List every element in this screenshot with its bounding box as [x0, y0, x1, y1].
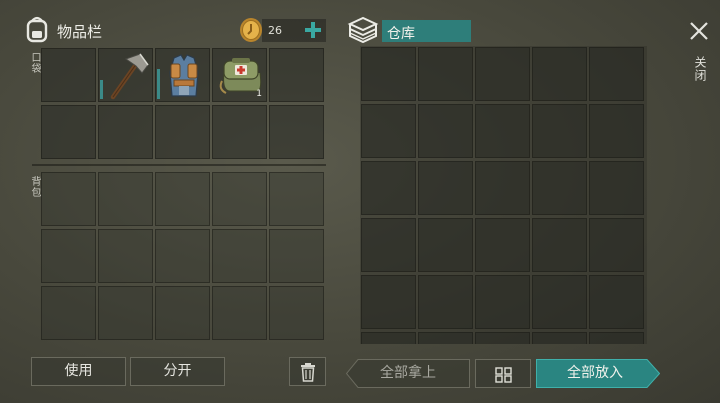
storage-slot[interactable]: [532, 161, 587, 215]
storage-slot[interactable]: [589, 275, 644, 329]
durability-bar: [100, 80, 103, 99]
storage-slot[interactable]: [589, 332, 644, 344]
storage-slot[interactable]: [475, 218, 530, 272]
plus-icon[interactable]: [303, 20, 323, 40]
section-divider: [32, 164, 326, 166]
take-all-label: 全部拿上: [380, 365, 436, 381]
storage-slot[interactable]: [361, 47, 416, 101]
storage-slot[interactable]: [532, 218, 587, 272]
backpack-slot[interactable]: [98, 286, 153, 340]
pocket-slot[interactable]: [269, 105, 324, 159]
storage-slot[interactable]: [418, 47, 473, 101]
storage-slot[interactable]: [532, 104, 587, 158]
storage-slot[interactable]: [361, 161, 416, 215]
backpack-slot[interactable]: [41, 229, 96, 283]
backpack-label: 背包: [29, 176, 40, 198]
trash-icon: [299, 362, 317, 382]
pocket-slot[interactable]: [212, 105, 267, 159]
storage-slot[interactable]: [589, 218, 644, 272]
inventory-title: 物品栏: [57, 23, 103, 41]
storage-panel: [360, 46, 647, 344]
storage-slot[interactable]: [418, 161, 473, 215]
take-all-button[interactable]: 全部拿上: [346, 359, 470, 388]
armor-vest-icon: [162, 52, 206, 100]
pocket-slot[interactable]: [41, 105, 96, 159]
storage-slot[interactable]: [475, 275, 530, 329]
pocket-slot[interactable]: [155, 105, 210, 159]
storage-slot[interactable]: [475, 104, 530, 158]
close-label[interactable]: 关闭: [692, 56, 709, 82]
sort-button[interactable]: [475, 359, 531, 388]
pocket-slot-hatchet[interactable]: [98, 48, 153, 102]
storage-slot[interactable]: [475, 47, 530, 101]
backpack-slot[interactable]: [269, 172, 324, 226]
pockets-label: 口袋: [29, 52, 40, 74]
pocket-slot[interactable]: [41, 48, 96, 102]
backpack-slot[interactable]: [155, 229, 210, 283]
storage-slot[interactable]: [532, 47, 587, 101]
backpack-slot[interactable]: [212, 172, 267, 226]
coin-icon: [239, 17, 263, 43]
trash-button[interactable]: [289, 357, 326, 386]
storage-title: 仓库: [387, 26, 415, 42]
storage-box-icon: [347, 16, 379, 44]
pocket-slot-first-aid[interactable]: 1: [212, 48, 267, 102]
currency-amount: 26: [268, 24, 282, 37]
pocket-slot[interactable]: [98, 105, 153, 159]
close-icon[interactable]: [688, 20, 710, 42]
storage-slot[interactable]: [361, 332, 416, 344]
put-all-label: 全部放入: [567, 365, 623, 381]
grid-sort-icon: [495, 366, 513, 383]
pocket-slot-armor[interactable]: [155, 48, 210, 102]
storage-slot[interactable]: [589, 47, 644, 101]
backpack-slot[interactable]: [269, 229, 324, 283]
backpack-slot[interactable]: [155, 172, 210, 226]
backpack-slot[interactable]: [41, 172, 96, 226]
backpack-icon: [24, 15, 50, 43]
storage-slot[interactable]: [589, 104, 644, 158]
storage-slot[interactable]: [418, 218, 473, 272]
storage-slot[interactable]: [475, 161, 530, 215]
backpack-slot[interactable]: [98, 229, 153, 283]
storage-slot[interactable]: [418, 332, 473, 344]
backpack-slot[interactable]: [41, 286, 96, 340]
use-button[interactable]: 使用: [31, 357, 126, 386]
hatchet-icon: [104, 51, 150, 101]
storage-slot[interactable]: [418, 104, 473, 158]
storage-slot[interactable]: [475, 332, 530, 344]
backpack-slot[interactable]: [212, 229, 267, 283]
storage-slot[interactable]: [532, 332, 587, 344]
backpack-slot[interactable]: [98, 172, 153, 226]
storage-slot[interactable]: [361, 218, 416, 272]
storage-slot[interactable]: [589, 161, 644, 215]
pocket-slot[interactable]: [269, 48, 324, 102]
backpack-slot[interactable]: [155, 286, 210, 340]
storage-slot[interactable]: [361, 275, 416, 329]
split-button[interactable]: 分开: [130, 357, 225, 386]
storage-slot[interactable]: [361, 104, 416, 158]
item-count: 1: [256, 89, 262, 99]
backpack-slot[interactable]: [269, 286, 324, 340]
storage-slot[interactable]: [532, 275, 587, 329]
put-all-button[interactable]: 全部放入: [536, 359, 660, 388]
backpack-slot[interactable]: [212, 286, 267, 340]
durability-bar: [157, 69, 160, 99]
storage-slot[interactable]: [418, 275, 473, 329]
